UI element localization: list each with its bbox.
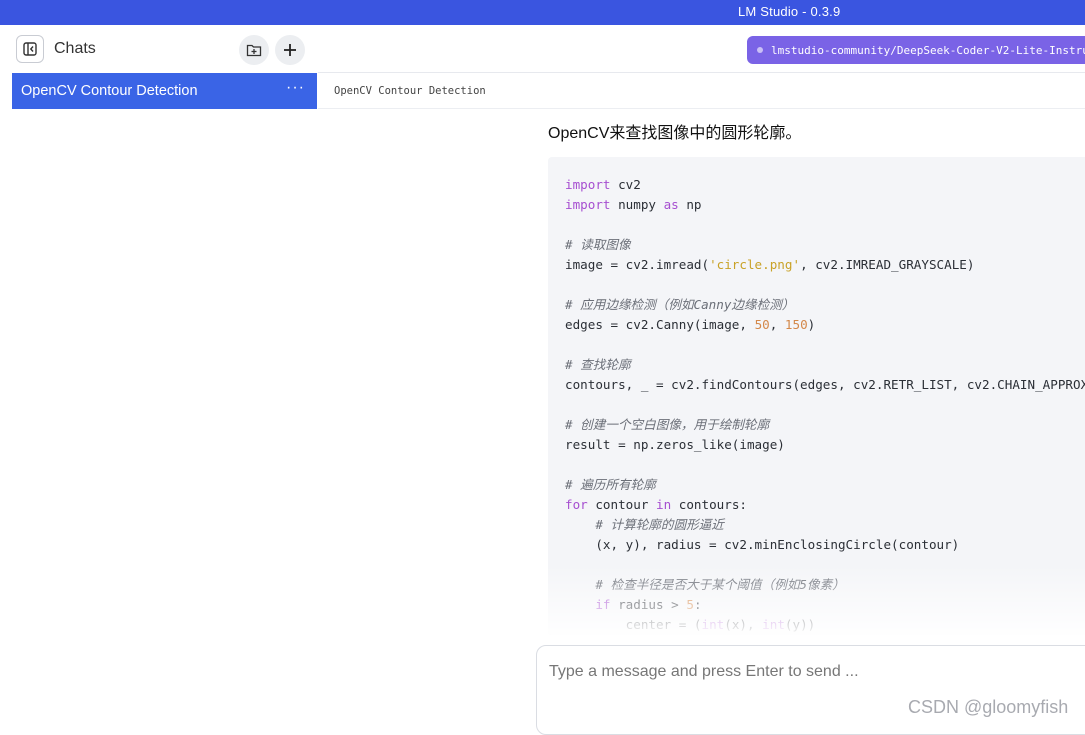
code-line: for contour in contours: bbox=[565, 497, 747, 512]
window-title: LM Studio - 0.3.9 bbox=[738, 4, 841, 19]
code-line: import numpy as np bbox=[565, 197, 702, 212]
assistant-message-text: OpenCV来查找图像中的圆形轮廓。 bbox=[548, 125, 802, 142]
message-composer bbox=[536, 645, 1085, 735]
message-input[interactable] bbox=[549, 660, 1079, 684]
watermark: CSDN @gloomyfish bbox=[908, 697, 1069, 717]
title-bar: LM Studio - 0.3.9 bbox=[0, 0, 1085, 25]
code-line: # 计算轮廓的圆形逼近 bbox=[595, 517, 724, 532]
code-line: edges = cv2.Canny(image, 50, 150) bbox=[565, 317, 816, 332]
new-folder-icon[interactable] bbox=[239, 35, 269, 65]
sidebar-toggle-icon[interactable] bbox=[16, 35, 44, 63]
new-chat-button[interactable] bbox=[275, 35, 305, 65]
model-selector-label: lmstudio-community/DeepSeek-Coder-V2-Lit… bbox=[771, 43, 1085, 57]
chat-item-opencv-contour-detection[interactable]: OpenCV Contour Detection ··· bbox=[12, 73, 317, 109]
sidebar: Chats OpenCV Contour Detection ··· bbox=[0, 25, 319, 725]
sidebar-title: Chats bbox=[54, 40, 96, 57]
code-line: image = cv2.imread('circle.png', cv2.IMR… bbox=[565, 257, 975, 272]
code-line: contours, _ = cv2.findContours(edges, cv… bbox=[565, 377, 1085, 392]
code-line: # 应用边缘检测（例如Canny边缘检测） bbox=[565, 297, 795, 312]
code-line: import cv2 bbox=[565, 177, 641, 192]
more-options-icon[interactable]: ··· bbox=[286, 79, 305, 97]
plus-icon bbox=[284, 44, 296, 56]
chat-item-label: OpenCV Contour Detection bbox=[21, 83, 198, 99]
chat-title[interactable]: OpenCV Contour Detection bbox=[334, 85, 486, 97]
code-line: (x, y), radius = cv2.minEnclosingCircle(… bbox=[565, 537, 960, 552]
code-line: # 创建一个空白图像，用于绘制轮廓 bbox=[565, 417, 770, 432]
sidebar-header: Chats bbox=[0, 25, 318, 73]
code-line: # 读取图像 bbox=[565, 237, 631, 252]
code-line: # 遍历所有轮廓 bbox=[565, 477, 656, 492]
code-fade-overlay bbox=[548, 565, 1085, 635]
chat-panel: lmstudio-community/DeepSeek-Coder-V2-Lit… bbox=[318, 25, 1085, 735]
chat-title-bar: OpenCV Contour Detection bbox=[318, 73, 1085, 109]
model-bar: lmstudio-community/DeepSeek-Coder-V2-Lit… bbox=[318, 25, 1085, 73]
code-line: # 查找轮廓 bbox=[565, 357, 631, 372]
code-block: import cv2 import numpy as np # 读取图像 image… bbox=[548, 157, 1085, 635]
code-line: result = np.zeros_like(image) bbox=[565, 437, 785, 452]
model-selector[interactable]: lmstudio-community/DeepSeek-Coder-V2-Lit… bbox=[747, 36, 1085, 64]
model-status-dot-icon bbox=[757, 47, 763, 53]
